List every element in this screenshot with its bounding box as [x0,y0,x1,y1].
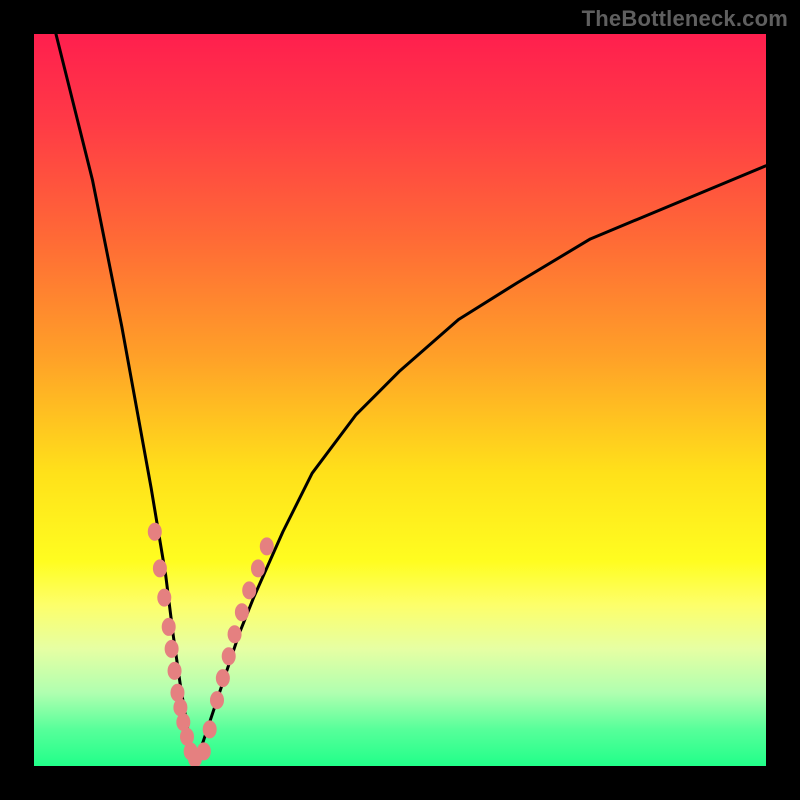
data-marker [235,603,249,621]
data-marker [162,618,176,636]
data-marker [165,640,179,658]
data-marker [210,691,224,709]
data-marker [260,537,274,555]
data-marker [203,720,217,738]
watermark-text: TheBottleneck.com [582,6,788,32]
data-marker [228,625,242,643]
chart-frame: TheBottleneck.com [0,0,800,800]
data-marker [197,742,211,760]
data-marker [251,559,265,577]
chart-svg [34,34,766,766]
data-marker [157,589,171,607]
series-bottleneck_right [195,166,766,766]
data-marker [168,662,182,680]
data-marker [242,581,256,599]
data-marker [153,559,167,577]
plot-area [34,34,766,766]
data-marker [148,523,162,541]
data-marker [216,669,230,687]
data-marker [222,647,236,665]
